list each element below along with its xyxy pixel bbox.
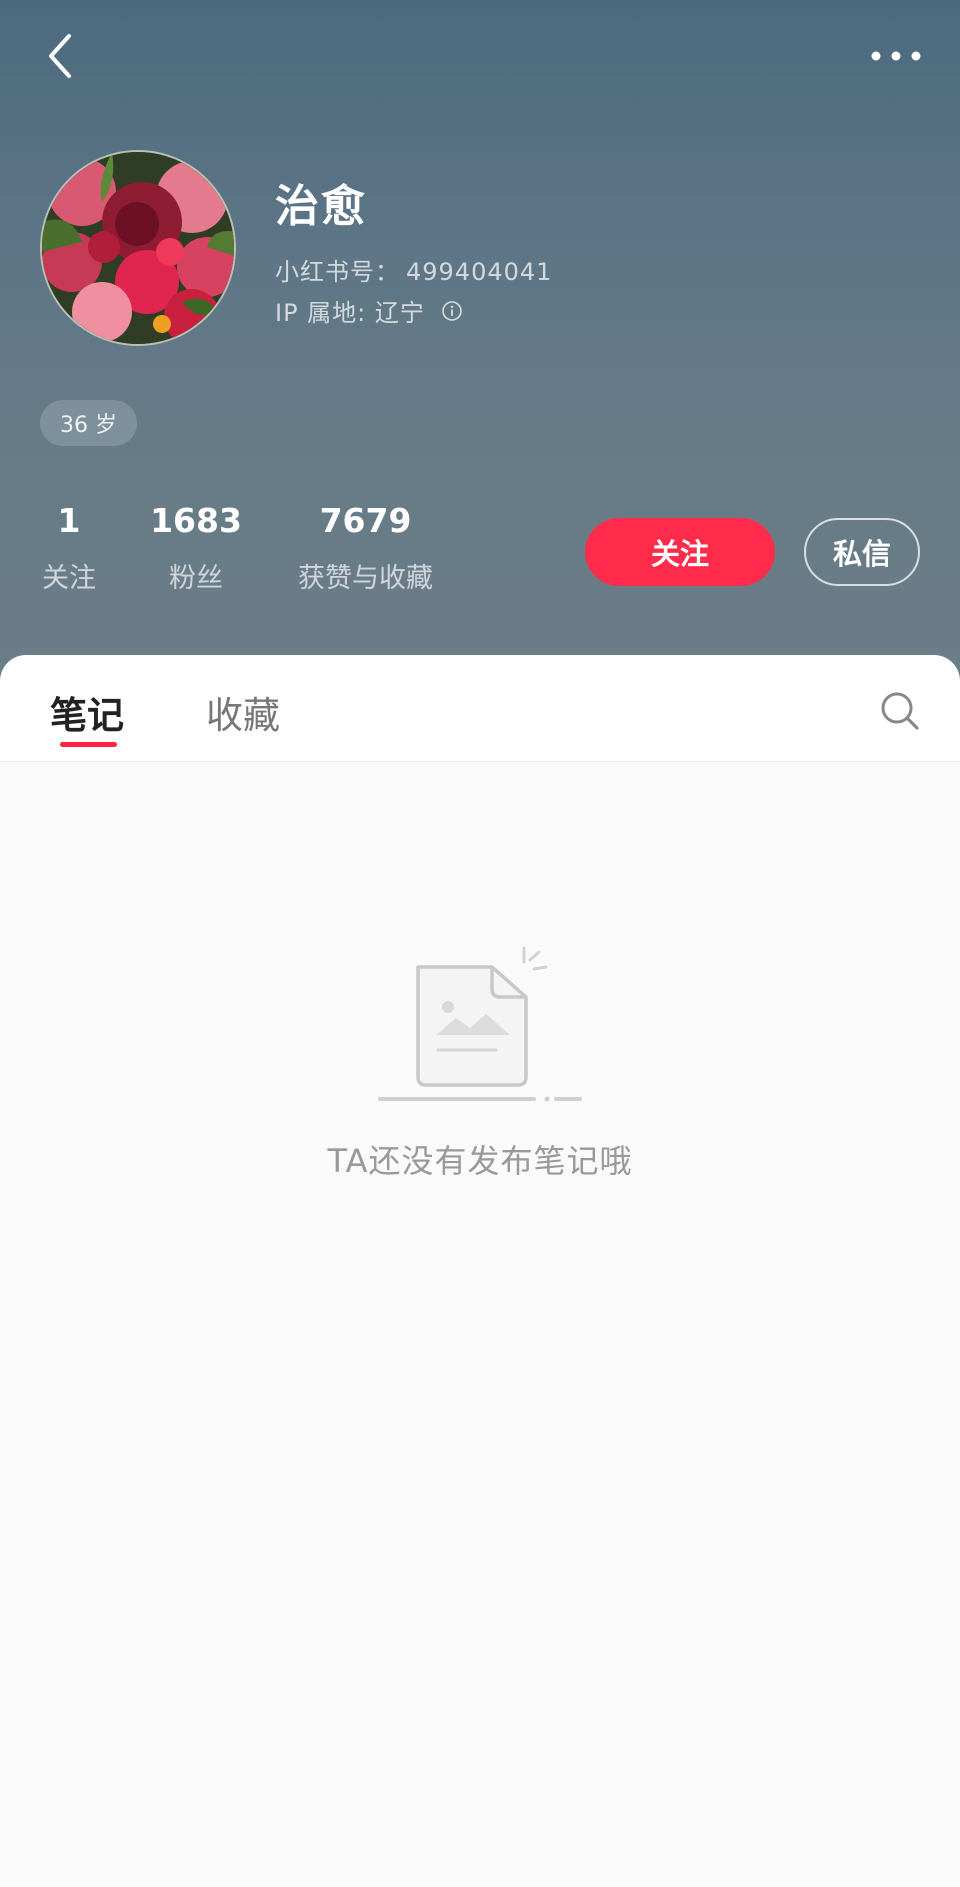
chevron-left-icon [49, 34, 71, 78]
following-stat[interactable]: 1 关注 [40, 500, 98, 595]
likes-count: 7679 [319, 501, 412, 540]
age-tag: 36 岁 [40, 400, 137, 446]
user-id-value[interactable]: 499404041 [406, 258, 552, 286]
ip-location-text: IP 属地: 辽宁 [275, 299, 425, 327]
user-id-label: 小红书号： [275, 258, 400, 286]
search-button[interactable] [876, 687, 924, 735]
ip-location-row: IP 属地: 辽宁 [275, 293, 463, 328]
content-tab-bar: 笔记 收藏 [0, 655, 960, 762]
following-label: 关注 [42, 563, 96, 594]
avatar[interactable] [40, 150, 236, 346]
more-dots-icon [871, 51, 921, 61]
fans-count: 1683 [150, 501, 242, 540]
active-tab-indicator [60, 742, 117, 747]
likes-label: 获赞与收藏 [298, 563, 433, 594]
back-button[interactable] [36, 28, 84, 84]
message-button[interactable]: 私信 [804, 518, 920, 586]
profile-header: 治愈 小红书号： 499404041 IP 属地: 辽宁 36 岁 1 关注 16… [0, 0, 960, 700]
nickname: 治愈 [275, 181, 367, 232]
profile-stats: 1 关注 1683 粉丝 7679 获赞与收藏 [40, 500, 438, 595]
fans-stat[interactable]: 1683 粉丝 [150, 500, 242, 595]
more-button[interactable] [866, 36, 926, 76]
likes-stat[interactable]: 7679 获赞与收藏 [293, 500, 438, 595]
flower-bouquet-avatar-image [42, 152, 234, 344]
fans-label: 粉丝 [169, 563, 223, 594]
empty-state-message: TA还没有发布笔记哦 [327, 1142, 633, 1180]
tab-collections[interactable]: 收藏 [206, 685, 280, 739]
following-count: 1 [57, 501, 81, 540]
profile-page: 治愈 小红书号： 499404041 IP 属地: 辽宁 36 岁 1 关注 16… [0, 0, 960, 1887]
info-icon[interactable] [441, 300, 463, 322]
empty-document-icon [374, 940, 588, 1108]
search-icon [881, 692, 919, 730]
user-id-row: 小红书号： 499404041 [275, 252, 552, 287]
tab-notes[interactable]: 笔记 [50, 685, 124, 739]
follow-button[interactable]: 关注 [585, 518, 775, 586]
